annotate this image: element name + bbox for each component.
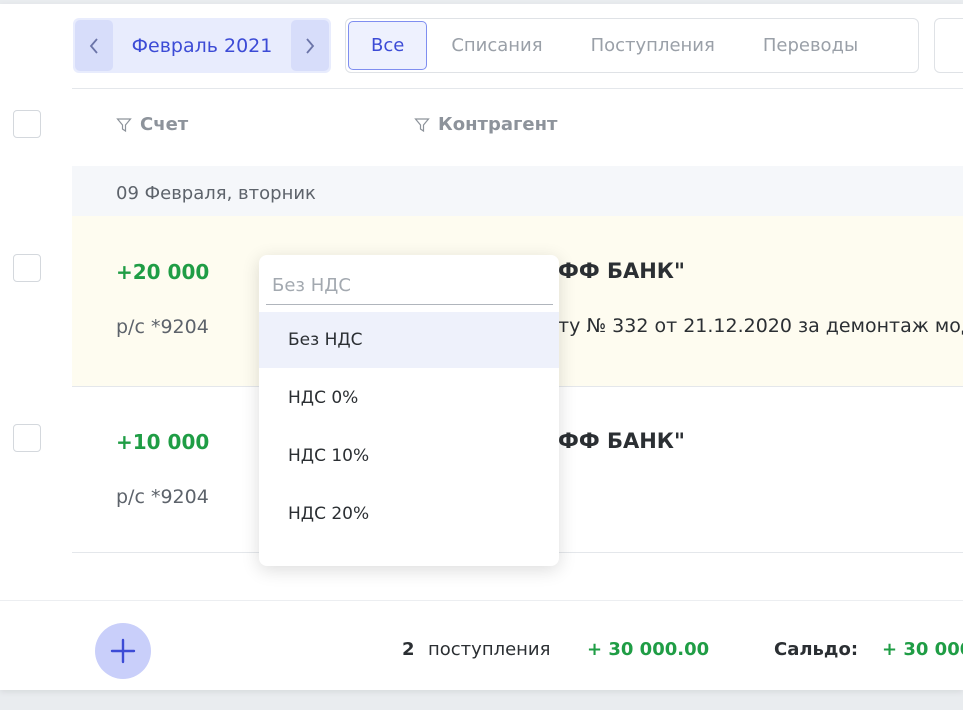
vat-option-0[interactable]: НДС 0% — [259, 370, 559, 426]
filter-icon — [414, 117, 430, 132]
row-account: р/с *9204 — [116, 486, 209, 508]
tab-income[interactable]: Поступления — [567, 21, 739, 70]
select-all-checkbox[interactable] — [13, 110, 41, 138]
tab-expenses[interactable]: Списания — [427, 21, 566, 70]
row-amount: +20 000 — [116, 260, 210, 284]
date-group-header: 09 Февраля, вторник — [72, 166, 963, 220]
row-counterparty: ФФ БАНК" — [558, 429, 685, 453]
filter-icon — [116, 117, 132, 132]
row-counterparty: ФФ БАНК" — [558, 259, 685, 283]
chevron-left-icon — [89, 37, 98, 54]
column-account[interactable]: Счет — [116, 114, 188, 135]
toolbar-extra-button[interactable] — [934, 18, 963, 73]
add-operation-button[interactable] — [95, 623, 151, 679]
row-checkbox[interactable] — [13, 424, 41, 452]
chevron-right-icon — [306, 37, 315, 54]
row-description: ту № 332 от 21.12.2020 за демонтаж мод — [558, 315, 963, 337]
vat-option-10[interactable]: НДС 10% — [259, 428, 559, 484]
prev-month-button[interactable] — [75, 20, 113, 71]
month-label[interactable]: Февраль 2021 — [115, 35, 289, 57]
row-checkbox[interactable] — [13, 254, 41, 282]
operations-panel: Февраль 2021 Все Списания Поступления Пе… — [0, 4, 963, 690]
income-total: + 30 000.00 — [587, 639, 710, 660]
saldo-value: + 30 000 — [882, 639, 963, 660]
saldo-label: Сальдо: — [774, 639, 859, 660]
tab-transfers[interactable]: Переводы — [739, 21, 882, 70]
column-counterparty-label: Контрагент — [438, 114, 558, 135]
month-switcher: Февраль 2021 — [73, 18, 331, 73]
summary-footer: 2 поступления + 30 000.00 Сальдо: + 30 0… — [0, 600, 963, 690]
tab-all[interactable]: Все — [348, 21, 428, 70]
group-date: 09 Февраля, вторник — [116, 182, 316, 204]
column-account-label: Счет — [140, 114, 189, 135]
row-amount: +10 000 — [116, 430, 210, 454]
toolbar-divider — [72, 88, 963, 89]
vat-search-input[interactable] — [266, 267, 553, 305]
vat-option-20[interactable]: НДС 20% — [259, 486, 559, 542]
vat-option-none[interactable]: Без НДС — [259, 312, 559, 368]
next-month-button[interactable] — [291, 20, 329, 71]
income-count-label: поступления — [428, 639, 551, 660]
plus-icon — [110, 638, 136, 664]
vat-dropdown: Без НДС НДС 0% НДС 10% НДС 20% — [259, 255, 559, 566]
row-account: р/с *9204 — [116, 316, 209, 338]
operation-type-tabs: Все Списания Поступления Переводы — [345, 18, 919, 73]
column-counterparty[interactable]: Контрагент — [414, 114, 557, 135]
income-count: 2 — [402, 639, 415, 660]
